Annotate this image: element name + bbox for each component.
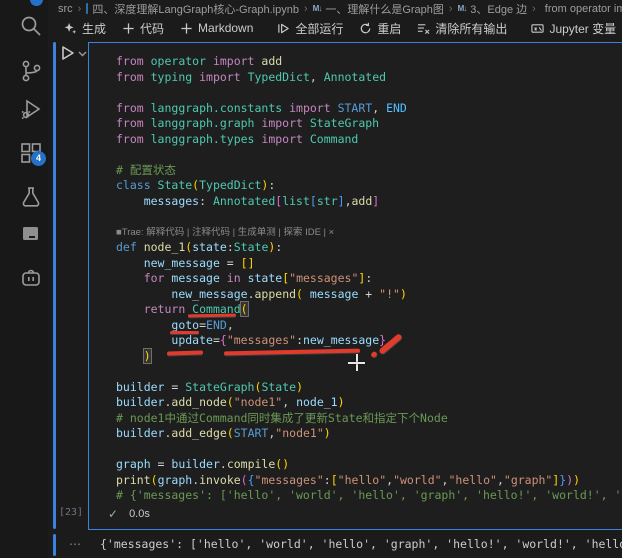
code-line: # {'messages': ['hello', 'world', 'hello… bbox=[116, 488, 622, 502]
toolbar-button-run-all[interactable]: 全部运行 bbox=[269, 17, 351, 39]
toolbar-button-clear-all[interactable]: 清除所有输出 bbox=[409, 17, 515, 39]
restart-icon bbox=[359, 22, 372, 35]
panel-icon[interactable] bbox=[18, 221, 44, 247]
code-line: new_message.append( message + "!") bbox=[171, 286, 407, 301]
notification-dot bbox=[30, 0, 43, 6]
search-icon[interactable] bbox=[18, 13, 44, 39]
code-line: builder.add_edge(START,"node1") bbox=[116, 426, 331, 440]
notebook-toolbar: 生成代码Markdown全部运行重启清除所有输出Jupyter 变量大纲 bbox=[56, 17, 622, 39]
ide-window: 4 src › 四、深度理解LangGraph核心-Graph.ipynb › M↓ 一、… bbox=[0, 0, 622, 558]
toolbar-button-label: 全部运行 bbox=[295, 21, 344, 36]
code-line: from typing import TypedDict, Annotated bbox=[116, 69, 387, 84]
toolbar-button-restart[interactable]: 重启 bbox=[351, 17, 409, 39]
breadcrumb-separator: › bbox=[448, 2, 453, 15]
red-underline-goto bbox=[170, 331, 199, 334]
testing-icon[interactable] bbox=[18, 184, 44, 210]
crosshair-cursor bbox=[348, 354, 365, 371]
code-line: # 配置状态 bbox=[116, 162, 176, 177]
sparkle-icon bbox=[64, 22, 77, 35]
run-all-icon bbox=[277, 22, 290, 35]
clear-all-icon bbox=[417, 22, 430, 35]
code-line: for message in state["messages"]: bbox=[143, 271, 373, 285]
toolbar-button-label: Jupyter 变量 bbox=[549, 21, 617, 36]
breadcrumb-item[interactable]: 四、深度理解LangGraph核心-Graph.ipynb bbox=[92, 1, 299, 17]
execution-time: 0.0s bbox=[129, 508, 150, 520]
cell-output: ⋯ {'messages': ['hello', 'world', 'hello… bbox=[0, 533, 622, 558]
breadcrumb-item[interactable]: from operator import add bbox=[545, 3, 622, 15]
breadcrumb-item[interactable]: 3、Edge 边 bbox=[470, 1, 527, 17]
code-line: from langgraph.types import Command bbox=[116, 131, 359, 146]
code-line: from operator import add bbox=[116, 54, 283, 68]
cell-status-row: ✓ 0.0s bbox=[108, 507, 150, 521]
notebook-cell[interactable]: from operator import add from typing impo… bbox=[88, 42, 622, 530]
variables-icon bbox=[531, 22, 545, 35]
markdown-icon: M↓ bbox=[457, 4, 468, 13]
breadcrumb-separator: › bbox=[532, 2, 536, 15]
activity-bar: 4 bbox=[0, 0, 48, 558]
code-line: messages: Annotated[list[str],add] bbox=[143, 193, 380, 208]
toolbar-button-sparkle[interactable]: 生成 bbox=[56, 17, 114, 39]
plus-icon bbox=[180, 22, 193, 35]
code-line: # node1中通过Command同时集成了更新State和指定下个Node bbox=[116, 410, 448, 425]
execution-count: [23] bbox=[58, 507, 84, 518]
code-editor[interactable]: from operator import add from typing impo… bbox=[116, 54, 622, 504]
code-line: graph = builder.compile() bbox=[116, 457, 290, 471]
code-line: new_message = [] bbox=[143, 255, 255, 270]
output-more-indicator[interactable]: ⋯ bbox=[63, 536, 88, 552]
code-line: update={"messages":new_message} bbox=[171, 333, 387, 347]
source-control-icon[interactable] bbox=[18, 58, 44, 84]
cell-focus-bar bbox=[53, 42, 56, 529]
toolbar-button-label: 代码 bbox=[140, 21, 165, 36]
run-options-chevron-icon[interactable] bbox=[77, 47, 88, 58]
breadcrumb-item[interactable]: src bbox=[58, 3, 73, 15]
breadcrumb-item[interactable]: 一、理解什么是Graph图 bbox=[325, 1, 444, 17]
extensions-badge: 4 bbox=[31, 151, 46, 166]
success-check-icon: ✓ bbox=[108, 507, 119, 521]
toolbar-button-label: 生成 bbox=[82, 21, 107, 36]
breadcrumb-separator: › bbox=[77, 2, 82, 15]
code-line: print(graph.invoke({"messages":["hello",… bbox=[116, 472, 581, 487]
toolbar-button-plus[interactable]: Markdown bbox=[172, 17, 261, 39]
toolbar-button-label: 重启 bbox=[377, 21, 402, 36]
output-text: {'messages': ['hello', 'world', 'hello',… bbox=[100, 537, 622, 551]
ai-assistant-icon[interactable] bbox=[18, 265, 44, 291]
run-cell-button[interactable] bbox=[58, 44, 76, 62]
notebook-icon bbox=[86, 3, 89, 14]
toolbar-button-label: 清除所有输出 bbox=[435, 21, 508, 36]
markdown-icon: M↓ bbox=[312, 4, 323, 13]
plus-icon bbox=[122, 22, 135, 35]
toolbar-button-plus[interactable]: 代码 bbox=[114, 17, 172, 39]
toolbar-button-variables[interactable]: Jupyter 变量 bbox=[523, 17, 622, 39]
code-line: builder = StateGraph(State) bbox=[116, 379, 303, 394]
code-line: def node_1(state:State): bbox=[116, 240, 283, 254]
trae-codelens[interactable]: ■Trae: 解释代码 | 注释代码 | 生成单测 | 探索 IDE | × bbox=[116, 225, 622, 241]
breadcrumb[interactable]: src › 四、深度理解LangGraph核心-Graph.ipynb › M↓ 一、理解… bbox=[58, 0, 622, 17]
code-line: class State(TypedDict): bbox=[116, 178, 276, 192]
toolbar-button-label: Markdown bbox=[198, 21, 254, 35]
code-line: from langgraph.constants import START, E… bbox=[116, 100, 407, 115]
code-line: builder.add_node("node1", node_1) bbox=[116, 395, 345, 409]
code-line: from langgraph.graph import StateGraph bbox=[116, 116, 380, 130]
breadcrumb-separator: › bbox=[303, 2, 308, 15]
run-and-debug-icon[interactable] bbox=[18, 96, 44, 122]
